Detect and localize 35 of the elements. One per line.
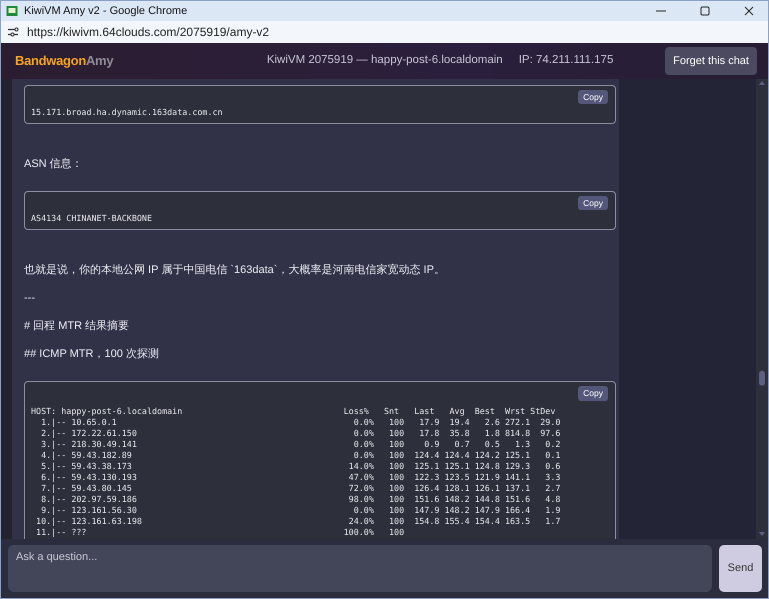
code-line: 9.|-- 123.161.56.30 0.0% 100 147.9 148.2 147.9 166.4 1.9 xyxy=(40,504,562,516)
code-line: HOST: happy-post-6.localdomain Loss% Snt Last Avg Best Wrst StDev xyxy=(31,406,556,417)
code-line: 10.|-- 123.161.63.198 24.0% 100 154.8 155.4 154.4 163.5 1.7 xyxy=(35,516,562,527)
logo-text: Bandwagon xyxy=(15,53,86,68)
copy-button[interactable]: Copy xyxy=(578,196,608,210)
message-text: ASN 信息： xyxy=(24,157,84,172)
window-title: KiwiVM Amy v2 - Google Chrome xyxy=(24,4,188,19)
site-settings-icon[interactable] xyxy=(7,26,19,38)
code-line: 11.|-- ??? 100.0% 100 xyxy=(35,526,406,538)
message-text: # 回程 MTR 结果摘要 xyxy=(24,319,130,334)
code-line: 4.|-- 59.43.182.89 0.0% 100 124.4 124.4 124.2 125.1 0.1 xyxy=(40,450,562,461)
server-name: KiwiVM 2075919 — happy-post-6.localdomain xyxy=(266,53,503,68)
code-line: 1.|-- 10.65.0.1 0.0% 100 17.9 19.4 2.6 272.1 29.0 xyxy=(40,416,562,428)
logo-text: Amy xyxy=(86,53,114,68)
message-text: --- xyxy=(24,291,36,306)
maximize-icon xyxy=(700,6,710,16)
question-input[interactable]: Ask a question... xyxy=(8,545,712,592)
code-line: 2.|-- 172.22.61.150 0.0% 100 17.8 35.8 1.8 814.8 97.6 xyxy=(40,428,562,439)
code-line: 7.|-- 59.43.80.145 72.0% 100 126.4 128.1 126.1 137.1 2.7 xyxy=(40,482,562,494)
message-text: ## ICMP MTR，100 次探测 xyxy=(24,347,160,362)
message-text: 也就是说，你的本地公网 IP 属于中国电信 `163data`，大概率是河南电信家宽动态 IP。 xyxy=(24,263,446,278)
copy-button[interactable]: Copy xyxy=(578,90,608,104)
code-line: 3.|-- 218.30.49.141 0.0% 100 0.9 0.7 0.5 1.3 0.2 xyxy=(40,438,562,450)
forget-chat-button[interactable]: Forget this chat xyxy=(665,46,757,76)
code-line: 15.171.broad.ha.dynamic.163data.com.cn xyxy=(31,107,224,118)
code-line: 5.|-- 59.43.38.173 14.0% 100 125.1 125.1 124.8 129.3 0.6 xyxy=(40,460,562,472)
scrollbar[interactable] xyxy=(756,79,768,539)
copy-button[interactable]: Copy xyxy=(578,386,608,401)
close-icon xyxy=(744,6,754,16)
code-line: AS4134 CHINANET-BACKBONE xyxy=(31,213,154,224)
app-icon xyxy=(6,5,18,17)
code-line: 6.|-- 59.43.130.193 47.0% 100 122.3 123.5 121.9 141.1 3.3 xyxy=(40,472,562,483)
code-line: 8.|-- 202.97.59.186 98.0% 100 151.6 148.2 144.8 151.6 4.8 xyxy=(40,494,562,505)
send-button[interactable]: Send xyxy=(719,545,762,592)
ip-address: IP: 74.211.111.175 xyxy=(518,53,614,68)
